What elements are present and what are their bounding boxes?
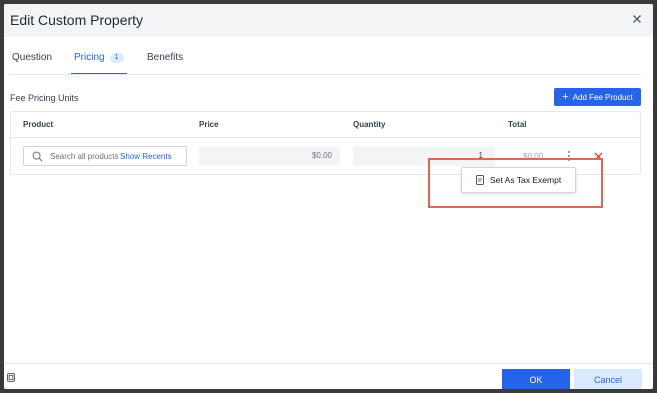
- cancel-button[interactable]: Cancel: [574, 369, 642, 389]
- document-icon: [476, 175, 484, 185]
- section-title: Fee Pricing Units: [10, 93, 79, 103]
- price-field[interactable]: $0.00: [199, 146, 340, 166]
- plus-icon: +: [562, 90, 569, 103]
- tabs-divider: [10, 74, 641, 75]
- search-icon: [32, 151, 43, 162]
- column-header-price: Price: [199, 120, 219, 129]
- modal-header: Edit Custom Property: [4, 4, 653, 37]
- column-header-quantity: Quantity: [353, 120, 386, 129]
- product-search-input[interactable]: Search all products Show Recents: [23, 146, 187, 166]
- tab-pricing-label: Pricing: [74, 52, 105, 63]
- column-header-total: Total: [508, 120, 527, 129]
- close-icon[interactable]: [630, 12, 644, 26]
- set-tax-exempt-menu-item[interactable]: Set As Tax Exempt: [461, 167, 576, 193]
- show-recents-link[interactable]: Show Recents: [120, 152, 172, 161]
- table-header-divider: [11, 137, 640, 138]
- tab-question[interactable]: Question: [12, 52, 52, 63]
- tab-pricing[interactable]: Pricing 1: [74, 52, 124, 63]
- tab-pricing-count-badge: 1: [109, 53, 124, 63]
- ok-button[interactable]: OK: [502, 369, 570, 389]
- tabs: Question Pricing 1 Benefits: [4, 37, 653, 75]
- set-tax-exempt-label: Set As Tax Exempt: [490, 175, 562, 185]
- search-placeholder: Search all products: [50, 152, 119, 161]
- corner-icon: [7, 373, 15, 382]
- tab-question-label: Question: [12, 52, 53, 63]
- modal-title: Edit Custom Property: [10, 12, 144, 28]
- add-fee-product-label: Add Fee Product: [572, 92, 633, 102]
- add-fee-product-button[interactable]: + Add Fee Product: [554, 88, 641, 106]
- edit-custom-property-modal: Edit Custom Property Question Pricing 1 B…: [4, 4, 653, 389]
- tab-benefits[interactable]: Benefits: [147, 52, 183, 63]
- column-header-product: Product: [23, 120, 54, 129]
- tab-benefits-label: Benefits: [147, 52, 184, 63]
- modal-footer: OK Cancel: [4, 363, 653, 389]
